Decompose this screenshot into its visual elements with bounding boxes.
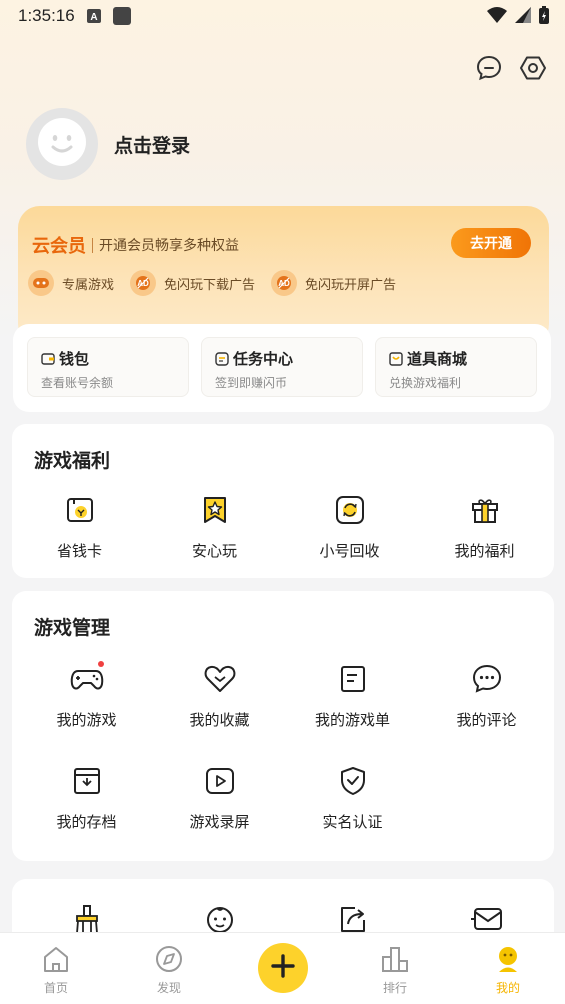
vip-perk: 专属游戏 bbox=[28, 270, 114, 296]
my-comments-label: 我的评论 bbox=[456, 711, 517, 729]
archive-icon bbox=[69, 763, 105, 799]
account-recycle-item[interactable]: 小号回收 bbox=[282, 492, 417, 572]
gift-icon bbox=[467, 492, 503, 528]
shield-check-icon bbox=[335, 763, 371, 799]
compass-icon bbox=[154, 946, 184, 977]
savings-card-item[interactable]: 省钱卡 bbox=[12, 492, 147, 572]
mine-icon bbox=[493, 947, 523, 977]
my-games-label: 我的游戏 bbox=[56, 711, 117, 729]
battery-charging-icon bbox=[539, 6, 549, 29]
vip-open-button[interactable]: 去开通 bbox=[451, 228, 531, 258]
nav-ranking-label: 排行 bbox=[382, 981, 407, 995]
shop-subtitle: 兑换游戏福利 bbox=[389, 376, 462, 390]
real-name-auth-label: 实名认证 bbox=[322, 813, 383, 831]
publish-button[interactable] bbox=[258, 943, 308, 993]
shop-icon bbox=[389, 351, 403, 366]
game-recording-label: 游戏录屏 bbox=[189, 813, 250, 831]
nav-mine[interactable]: 我的 bbox=[478, 945, 538, 996]
plus-icon bbox=[270, 953, 296, 983]
safe-play-label: 安心玩 bbox=[191, 542, 237, 560]
my-game-list-label: 我的游戏单 bbox=[314, 711, 390, 729]
wallet-entry[interactable]: 钱包 查看账号余额 bbox=[27, 337, 189, 397]
wallet-subtitle: 查看账号余额 bbox=[41, 376, 114, 390]
my-favorites-item[interactable]: 我的收藏 bbox=[152, 661, 287, 741]
vip-perk: AD 免闪玩开屏广告 bbox=[271, 270, 396, 296]
my-archive-item[interactable]: 我的存档 bbox=[19, 763, 154, 843]
vip-perk-label: 免闪玩开屏广告 bbox=[305, 277, 397, 293]
savings-card-icon bbox=[62, 492, 98, 528]
nav-discover[interactable]: 发现 bbox=[139, 945, 199, 996]
gamepad-icon bbox=[69, 661, 105, 697]
savings-card-label: 省钱卡 bbox=[56, 542, 102, 560]
no-ad-icon: AD bbox=[130, 270, 157, 296]
avatar[interactable] bbox=[26, 108, 98, 180]
message-icon[interactable] bbox=[475, 54, 503, 82]
nav-home-label: 首页 bbox=[43, 981, 68, 995]
square-notification-icon bbox=[112, 7, 131, 25]
my-games-item[interactable]: 我的游戏 bbox=[19, 661, 154, 741]
nav-ranking[interactable]: 排行 bbox=[365, 945, 425, 996]
nav-mine-label: 我的 bbox=[495, 981, 520, 995]
svg-text:A: A bbox=[90, 12, 97, 23]
account-recycle-label: 小号回收 bbox=[319, 542, 380, 560]
manage-title: 游戏管理 bbox=[34, 617, 111, 639]
vip-perks: 专属游戏 AD 免闪玩下载广告 AD 免闪玩开屏广告 bbox=[28, 270, 396, 296]
my-archive-label: 我的存档 bbox=[56, 813, 117, 831]
comment-icon bbox=[469, 661, 505, 697]
wifi-icon bbox=[487, 7, 507, 28]
home-icon bbox=[41, 947, 71, 977]
manage-section: 游戏管理 我的游戏 我的收藏 我的游戏单 我的评论 我的存档 游戏录屏 实名认证 bbox=[12, 591, 554, 861]
vip-perk-label: 专属游戏 bbox=[62, 277, 115, 293]
header-actions bbox=[475, 54, 547, 82]
star-bookmark-icon bbox=[197, 492, 233, 528]
list-doc-icon bbox=[335, 661, 371, 697]
vip-perk-label: 免闪玩下载广告 bbox=[164, 277, 256, 293]
vip-perk: AD 免闪玩下载广告 bbox=[130, 270, 255, 296]
shop-entry[interactable]: 道具商城 兑换游戏福利 bbox=[375, 337, 537, 397]
safe-play-item[interactable]: 安心玩 bbox=[147, 492, 282, 572]
vip-description: 开通会员畅享多种权益 bbox=[99, 238, 239, 254]
quick-entries: 钱包 查看账号余额 任务中心 签到即赚闪币 道具商城 兑换游戏福利 bbox=[13, 324, 551, 412]
signal-icon bbox=[515, 7, 531, 28]
status-right bbox=[487, 6, 549, 29]
task-icon bbox=[215, 351, 229, 366]
game-recording-item[interactable]: 游戏录屏 bbox=[152, 763, 287, 843]
heart-icon bbox=[202, 661, 238, 697]
nav-discover-label: 发现 bbox=[156, 981, 181, 995]
login-area[interactable]: 点击登录 bbox=[26, 108, 190, 180]
divider bbox=[92, 237, 93, 253]
video-play-icon bbox=[202, 763, 238, 799]
login-text[interactable]: 点击登录 bbox=[114, 131, 190, 158]
my-welfare-label: 我的福利 bbox=[454, 542, 515, 560]
shop-title: 道具商城 bbox=[407, 350, 468, 368]
status-time: 1:35:16 bbox=[18, 6, 75, 25]
my-welfare-item[interactable]: 我的福利 bbox=[417, 492, 552, 572]
welfare-title: 游戏福利 bbox=[34, 450, 111, 472]
vip-header: 云会员 开通会员畅享多种权益 bbox=[32, 232, 239, 258]
task-center-entry[interactable]: 任务中心 签到即赚闪币 bbox=[201, 337, 363, 397]
gamepad-icon bbox=[28, 270, 54, 296]
recycle-icon bbox=[332, 492, 368, 528]
welfare-section: 游戏福利 省钱卡 安心玩 小号回收 我的福利 bbox=[12, 424, 554, 578]
vip-logo: 云会员 bbox=[32, 236, 86, 257]
my-favorites-label: 我的收藏 bbox=[189, 711, 250, 729]
ranking-icon bbox=[380, 947, 410, 977]
my-game-list-item[interactable]: 我的游戏单 bbox=[285, 661, 420, 741]
wallet-icon bbox=[41, 352, 55, 366]
task-center-subtitle: 签到即赚闪币 bbox=[215, 376, 288, 390]
task-center-title: 任务中心 bbox=[233, 350, 294, 368]
nav-home[interactable]: 首页 bbox=[26, 945, 86, 996]
real-name-auth-item[interactable]: 实名认证 bbox=[285, 763, 420, 843]
face-icon bbox=[37, 117, 87, 171]
no-ad-icon: AD bbox=[271, 270, 298, 296]
a-notification-icon: A bbox=[86, 9, 101, 23]
notification-dot bbox=[97, 661, 104, 667]
wallet-title: 钱包 bbox=[59, 350, 90, 368]
status-bar: 1:35:16 A bbox=[0, 0, 565, 32]
my-comments-item[interactable]: 我的评论 bbox=[419, 661, 554, 741]
settings-icon[interactable] bbox=[519, 54, 547, 82]
